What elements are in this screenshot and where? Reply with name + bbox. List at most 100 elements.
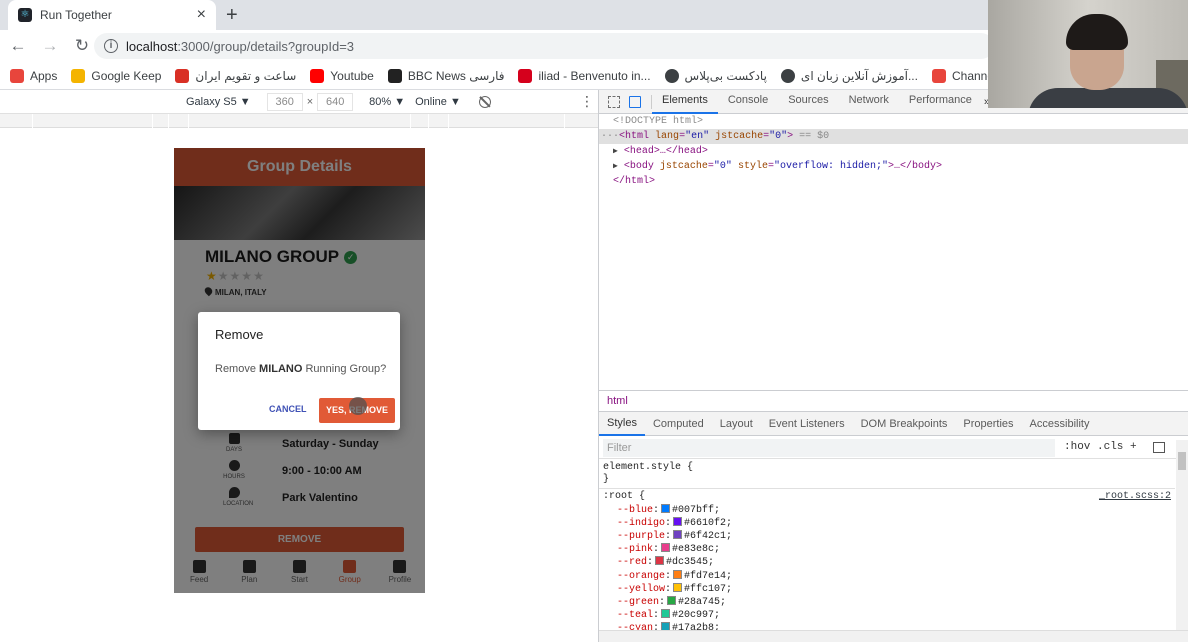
- zoom-select[interactable]: 80% ▼: [369, 96, 405, 108]
- body-open: <body: [623, 161, 654, 172]
- css-var-value: #ffc107: [684, 583, 727, 595]
- color-swatch-icon[interactable]: [661, 622, 671, 630]
- css-var-row[interactable]: --pink: #e83e8c;: [603, 543, 1171, 556]
- dom-html-close: </html>: [613, 176, 656, 187]
- color-swatch-icon[interactable]: [661, 503, 671, 513]
- bookmark-label: پادکست بی‌پلاس: [684, 68, 767, 83]
- color-swatch-icon[interactable]: [667, 596, 677, 606]
- bookmark-item[interactable]: Google Keep: [71, 68, 161, 83]
- attr-jstcache-value: "0": [769, 131, 788, 142]
- css-var-row[interactable]: --purple: #6f42c1;: [603, 530, 1171, 543]
- css-var-row[interactable]: --blue: #007bff;: [603, 503, 1171, 517]
- root-source-link[interactable]: _root.scss:2: [1099, 491, 1171, 503]
- bookmark-item[interactable]: iliad - Benvenuto in...: [518, 68, 651, 83]
- color-swatch-icon[interactable]: [673, 530, 683, 540]
- more-options-icon[interactable]: ⋮: [580, 93, 594, 110]
- css-var-row[interactable]: --yellow: #ffc107;: [603, 582, 1171, 596]
- dialog-message-suffix: Running Group?: [302, 363, 387, 375]
- globe-icon: [664, 68, 679, 83]
- css-var-row[interactable]: --cyan: #17a2b8;: [603, 622, 1171, 630]
- forward-icon[interactable]: →: [36, 36, 64, 56]
- root-selector: :root {: [603, 491, 646, 503]
- browser-tab[interactable]: ⚛ Run Together ×: [8, 0, 216, 30]
- back-icon[interactable]: ←: [4, 36, 32, 56]
- bookmark-label: Youtube: [330, 68, 374, 83]
- devtools-tab-elements[interactable]: Elements: [652, 89, 718, 114]
- css-var-name: --pink: [617, 544, 654, 556]
- styles-filter-bar: Filter :hov .cls +: [599, 437, 1188, 459]
- styles-filter-input[interactable]: Filter: [603, 439, 1055, 457]
- device-toolbar: Galaxy S5 ▼ 360 × 640 80% ▼ Online ▼ ⋮: [0, 90, 598, 114]
- globe-icon: [780, 68, 795, 83]
- network-select[interactable]: Online ▼: [415, 96, 461, 108]
- css-var-value: #28a745: [678, 597, 721, 609]
- device-toggle-icon[interactable]: [629, 95, 641, 108]
- site-info-icon[interactable]: i: [104, 39, 118, 53]
- css-var-name: --yellow: [617, 583, 666, 595]
- color-swatch-icon[interactable]: [661, 543, 671, 553]
- dialog-message-prefix: Remove: [215, 363, 260, 375]
- dom-doctype: <!DOCTYPE html>: [613, 116, 704, 127]
- bookmark-item[interactable]: Apps: [10, 68, 57, 83]
- checkbox-icon: [175, 68, 190, 83]
- color-swatch-icon[interactable]: [655, 556, 665, 566]
- height-input[interactable]: 640: [317, 92, 354, 111]
- body-attr1-value: "0": [713, 161, 732, 172]
- body-attr1-name: jstcache: [659, 161, 708, 172]
- tab-close-icon[interactable]: ×: [197, 7, 206, 23]
- css-var-value: #007bff: [672, 504, 715, 516]
- devtools-tab-sources[interactable]: Sources: [778, 89, 838, 114]
- styles-tab-properties[interactable]: Properties: [955, 413, 1021, 435]
- styles-tab-dom-breakpoints[interactable]: DOM Breakpoints: [853, 413, 956, 435]
- width-input[interactable]: 360: [266, 92, 303, 111]
- element-style-open: element.style {: [603, 462, 694, 473]
- no-throttle-icon[interactable]: [478, 95, 491, 108]
- device-select[interactable]: Galaxy S5 ▼: [186, 96, 251, 108]
- color-swatch-icon[interactable]: [673, 516, 683, 526]
- devtools-tab-performance[interactable]: Performance: [899, 89, 982, 114]
- css-var-row[interactable]: --orange: #fd7e14;: [603, 569, 1171, 583]
- reload-icon[interactable]: ↻: [68, 36, 96, 56]
- dom-html-node[interactable]: ···<html lang="en" jstcache="0"> == $0: [599, 129, 1188, 144]
- dialog-cancel-button[interactable]: CANCEL: [269, 404, 307, 414]
- url-host: localhost: [126, 38, 178, 54]
- react-favicon-icon: ⚛: [18, 8, 32, 22]
- channel-b-icon: [931, 68, 946, 83]
- bookmark-item[interactable]: Youtube: [310, 68, 374, 83]
- address-bar[interactable]: i localhost:3000/group/details?groupId=3: [94, 33, 994, 59]
- attr-lang-value: "en": [685, 131, 710, 142]
- toggle-sidebar-icon[interactable]: [1153, 442, 1165, 453]
- breadcrumb-html[interactable]: html: [607, 395, 628, 407]
- styles-filter-tools[interactable]: :hov .cls +: [1064, 441, 1137, 453]
- bookmark-item[interactable]: آموزش آنلاین زبان ای...: [780, 68, 918, 83]
- devtools-tab-network[interactable]: Network: [839, 89, 899, 114]
- css-var-value: #20c997: [672, 610, 715, 622]
- styles-scrollbar[interactable]: [1176, 440, 1188, 630]
- devtools-tab-console[interactable]: Console: [718, 89, 778, 114]
- styles-tab-computed[interactable]: Computed: [645, 413, 712, 435]
- color-swatch-icon[interactable]: [673, 569, 683, 579]
- bookmark-item[interactable]: پادکست بی‌پلاس: [664, 68, 767, 83]
- color-swatch-icon[interactable]: [661, 609, 671, 619]
- css-var-row[interactable]: --teal: #20c997;: [603, 609, 1171, 622]
- selected-marker: == $0: [793, 131, 830, 142]
- dom-head-node[interactable]: ▶ <head>…</head>: [599, 144, 1188, 159]
- css-var-name: --teal: [617, 610, 654, 622]
- css-var-row[interactable]: --green: #28a745;: [603, 596, 1171, 609]
- new-tab-button[interactable]: +: [226, 4, 238, 26]
- horizontal-scrollbar[interactable]: [599, 630, 1188, 642]
- color-swatch-icon[interactable]: [673, 582, 683, 592]
- inspect-element-icon[interactable]: [608, 95, 620, 108]
- bookmark-item[interactable]: ساعت و تقویم ایران: [175, 68, 296, 83]
- css-var-row[interactable]: --red: #dc3545;: [603, 556, 1171, 569]
- styles-tab-event-listeners[interactable]: Event Listeners: [761, 413, 853, 435]
- body-close: >…</body>: [888, 161, 943, 172]
- styles-tab-accessibility[interactable]: Accessibility: [1022, 413, 1098, 435]
- url-path: :3000/group/details?groupId=3: [177, 38, 355, 54]
- css-var-value: #6610f2: [684, 517, 727, 529]
- dom-body-node[interactable]: ▶ <body jstcache="0" style="overflow: hi…: [599, 159, 1188, 174]
- bookmark-item[interactable]: BBC News فارسی: [387, 68, 504, 83]
- styles-tab-layout[interactable]: Layout: [712, 413, 761, 435]
- styles-tab-styles[interactable]: Styles: [599, 412, 645, 436]
- css-var-row[interactable]: --indigo: #6610f2;: [603, 516, 1171, 530]
